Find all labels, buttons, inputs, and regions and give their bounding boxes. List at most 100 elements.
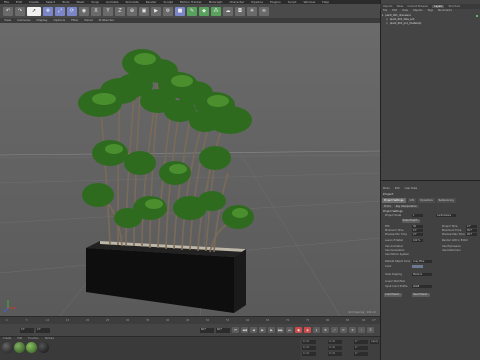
coordinate-system-icon[interactable]: ⊕	[127, 6, 137, 16]
coord-position-z[interactable]: 0 cm	[302, 352, 316, 356]
material-menu-texture[interactable]: Texture	[45, 337, 54, 341]
move-icon[interactable]: ✥	[43, 6, 53, 16]
material-swatch[interactable]	[26, 342, 37, 353]
next-key-icon[interactable]: ▶▶	[277, 327, 284, 333]
object-row[interactable]: ◇ plant_001_pot_(material)	[386, 22, 480, 26]
light-icon[interactable]: ☀	[247, 6, 257, 16]
deformer-icon[interactable]: ≋	[259, 6, 269, 16]
material-swatch[interactable]	[14, 342, 25, 353]
recent-tool-icon[interactable]: ◉	[79, 6, 89, 16]
preview-max-time-field[interactable]: 90 F	[466, 233, 477, 236]
tab-content-browser[interactable]: Content Browser	[407, 5, 428, 8]
visibility-dot-icon[interactable]	[476, 15, 478, 17]
param-key-icon[interactable]: P	[349, 327, 356, 333]
camera-icon[interactable]: ◘	[235, 6, 245, 16]
tab-to-do[interactable]: To Do	[382, 205, 393, 208]
default-object-color-select[interactable]: Gray Blue	[412, 260, 432, 263]
load-preset-button[interactable]: Load Preset...	[384, 293, 402, 297]
minimum-time-field[interactable]: 0 F	[412, 229, 423, 232]
edit-render-settings-icon[interactable]: ⚙	[163, 6, 173, 16]
scale-key-icon[interactable]: ⤢	[331, 327, 338, 333]
next-frame-icon[interactable]: ▶	[268, 327, 275, 333]
tab-key-interpolation[interactable]: Key Interpolation	[393, 205, 420, 208]
am-menu-mode[interactable]: Mode	[383, 187, 390, 190]
point-level-anim-icon[interactable]: ⁞	[358, 327, 365, 333]
preview-min-time-field[interactable]: 0 F	[412, 233, 423, 236]
rotate-icon[interactable]: ⟳	[67, 6, 77, 16]
render-view-icon[interactable]: ▣	[139, 6, 149, 16]
go-to-end-icon[interactable]: ⏭	[286, 327, 293, 333]
live-select-icon[interactable]: ➚	[27, 6, 41, 16]
tab-takes[interactable]: Takes	[396, 5, 403, 8]
previous-key-icon[interactable]: ◀◀	[241, 327, 248, 333]
om-menu-file[interactable]: File	[383, 9, 387, 13]
y-axis-icon[interactable]: Y	[103, 6, 113, 16]
start-frame-field[interactable]: 0 F	[20, 327, 34, 333]
environment-icon[interactable]: ☁	[223, 6, 233, 16]
z-axis-icon[interactable]: Z	[115, 6, 125, 16]
previous-frame-icon[interactable]: ◀	[250, 327, 257, 333]
autokey-icon[interactable]: ◉	[304, 327, 311, 333]
coord-rotation-h[interactable]: 0 °	[354, 340, 368, 344]
am-menu-user-data[interactable]: User Data	[405, 187, 417, 190]
om-menu-objects[interactable]: Objects	[413, 9, 422, 13]
viewport-3d[interactable]: Grid Spacing : 100 cm	[0, 23, 380, 316]
scale-project-button[interactable]: Scale Project...	[402, 219, 420, 223]
material-swatch[interactable]	[38, 342, 49, 353]
array-icon[interactable]: ⁂	[211, 6, 221, 16]
coord-position-y[interactable]: 0 cm	[302, 346, 316, 350]
timeline-ruler[interactable]: 0 5 10 15 20 25 30 35 40 45 50 55 60 65 …	[0, 316, 380, 324]
position-key-icon[interactable]: ✥	[322, 327, 329, 333]
cube-icon[interactable]: ■	[175, 6, 185, 16]
material-menu-edit[interactable]: Edit	[17, 337, 22, 341]
input-color-profile-select[interactable]: sRGB	[412, 285, 432, 288]
fps-field[interactable]: 30	[412, 225, 423, 228]
color-swatch[interactable]	[412, 265, 423, 268]
maximum-time-field[interactable]: 90 F	[466, 229, 477, 232]
scale-icon[interactable]: ⤢	[55, 6, 65, 16]
rotation-key-icon[interactable]: ⟳	[340, 327, 347, 333]
om-menu-view[interactable]: View	[402, 9, 408, 13]
pen-icon[interactable]: ✎	[187, 6, 197, 16]
undo-icon[interactable]: ↶	[3, 6, 13, 16]
x-axis-icon[interactable]: X	[91, 6, 101, 16]
current-frame-field[interactable]: 0 F	[36, 327, 50, 333]
render-to-picture-viewer-icon[interactable]: ▶	[151, 6, 161, 16]
play-icon[interactable]: ▶	[259, 327, 266, 333]
end-frame-field[interactable]: 90 F	[200, 327, 214, 333]
tab-layers[interactable]: Layers	[432, 5, 445, 8]
om-menu-tags[interactable]: Tags	[427, 9, 433, 13]
am-menu-edit[interactable]: Edit	[395, 187, 400, 190]
material-menu-function[interactable]: Function	[28, 337, 39, 341]
coord-apply-button[interactable]: Apply	[370, 340, 379, 344]
coord-size-x[interactable]: 0 cm	[328, 340, 342, 344]
view-clipping-select[interactable]: Medium	[412, 273, 432, 276]
material-swatch[interactable]	[2, 342, 13, 353]
max-frame-field[interactable]: 90 F	[216, 327, 230, 333]
material-menu-create[interactable]: Create	[3, 337, 11, 341]
timeline-menu-icon[interactable]: ☰	[367, 327, 374, 333]
tab-structure[interactable]: Structure	[448, 5, 460, 8]
project-time-field[interactable]: 0 F	[466, 225, 477, 228]
redo-icon[interactable]: ↷	[15, 6, 25, 16]
coord-size-z[interactable]: 0 cm	[328, 352, 342, 356]
tab-info[interactable]: Info	[407, 198, 417, 203]
record-icon[interactable]: ●	[295, 327, 302, 333]
coord-size-y[interactable]: 0 cm	[328, 346, 342, 350]
keyframe-selection-icon[interactable]: ⚷	[313, 327, 320, 333]
project-scale-unit-select[interactable]: Centimeters	[436, 214, 456, 217]
coord-position-x[interactable]: 0 cm	[302, 340, 316, 344]
tab-project-settings[interactable]: Project Settings	[382, 198, 406, 203]
coord-rotation-p[interactable]: 0 °	[354, 346, 368, 350]
go-to-start-icon[interactable]: ⏮	[232, 327, 239, 333]
subdivision-icon[interactable]: ◆	[199, 6, 209, 16]
tab-referencing[interactable]: Referencing	[436, 198, 456, 203]
project-scale-field[interactable]: 1	[412, 214, 423, 217]
tab-dynamics[interactable]: Dynamics	[418, 198, 435, 203]
save-preset-button[interactable]: Save Preset...	[412, 293, 430, 297]
level-of-detail-field[interactable]: 100 %	[412, 239, 423, 242]
tab-objects[interactable]: Objects	[383, 5, 392, 8]
om-menu-bookmarks[interactable]: Bookmarks	[438, 9, 452, 13]
coord-rotation-b[interactable]: 0 °	[354, 352, 368, 356]
om-menu-edit[interactable]: Edit	[392, 9, 397, 13]
